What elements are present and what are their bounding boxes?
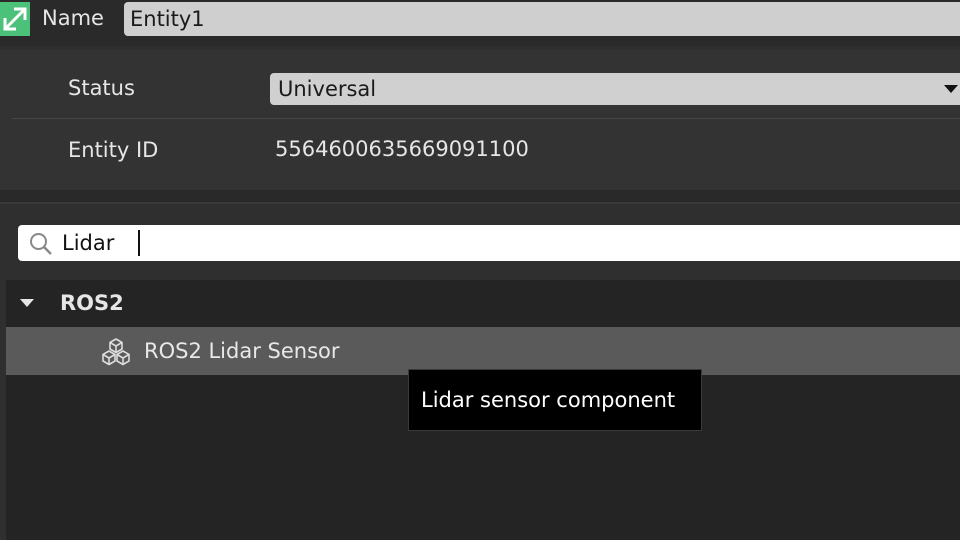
status-dropdown[interactable]: Universal xyxy=(270,73,960,105)
text-cursor xyxy=(138,230,140,256)
tree-group-ros2[interactable]: ROS2 xyxy=(6,280,960,326)
entity-properties: Status Universal Entity ID 5564600635669… xyxy=(0,50,960,190)
entity-name-bar: Name xyxy=(0,0,960,46)
entity-name-input[interactable] xyxy=(124,2,960,36)
search-input[interactable] xyxy=(62,225,942,261)
status-label: Status xyxy=(68,76,135,100)
tree-item-label: ROS2 Lidar Sensor xyxy=(144,339,340,363)
tree-group-label: ROS2 xyxy=(60,291,124,315)
component-cubes-icon xyxy=(101,337,131,371)
expand-arrow-icon[interactable] xyxy=(20,299,34,307)
section-separator xyxy=(0,190,960,204)
entity-id-value: 5564600635669091100 xyxy=(275,137,529,161)
status-value: Universal xyxy=(278,77,377,101)
entity-id-label: Entity ID xyxy=(68,138,159,162)
name-label: Name xyxy=(42,6,104,30)
component-search-box[interactable] xyxy=(18,225,960,261)
search-icon xyxy=(28,231,54,261)
entity-inspector: Name Status Universal Entity ID 55646006… xyxy=(0,0,960,540)
chevron-down-icon xyxy=(944,85,958,93)
tooltip: Lidar sensor component xyxy=(408,369,702,431)
entity-icon xyxy=(0,2,30,36)
tree-item-ros2-lidar-sensor[interactable]: ROS2 Lidar Sensor xyxy=(6,327,960,375)
divider xyxy=(12,118,960,119)
